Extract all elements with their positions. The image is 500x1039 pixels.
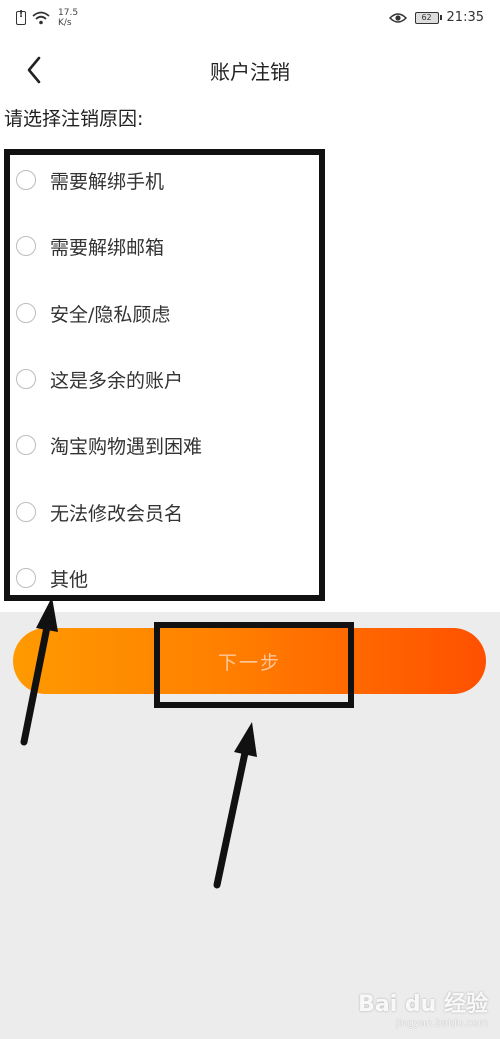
reason-option-privacy[interactable]: 安全/隐私顾虑	[16, 293, 170, 333]
reason-option-unbind-email[interactable]: 需要解绑邮箱	[16, 226, 164, 266]
reason-option-cannot-rename[interactable]: 无法修改会员名	[16, 492, 183, 532]
battery-icon: 62	[414, 11, 442, 24]
eye-icon	[388, 12, 407, 23]
radio-button[interactable]	[16, 303, 36, 323]
next-step-button[interactable]: 下一步	[13, 628, 486, 694]
nav-bar: 账户注销	[0, 40, 500, 100]
next-step-label: 下一步	[217, 651, 281, 674]
watermark-logo: Bai du 经验	[358, 992, 488, 1017]
clock: 21:35	[446, 10, 484, 25]
reason-label: 淘宝购物遇到困难	[50, 435, 203, 458]
annotation-arrow-right	[213, 722, 257, 889]
reason-option-redundant-account[interactable]: 这是多余的账户	[16, 359, 183, 399]
reason-option-unbind-phone[interactable]: 需要解绑手机	[16, 160, 164, 200]
status-bar: 17.5 K/s 62 21:35	[0, 0, 500, 40]
reason-label: 安全/隐私顾虑	[50, 303, 171, 326]
status-left: 17.5 K/s	[16, 8, 78, 28]
net-speed: 17.5 K/s	[58, 8, 78, 28]
radio-button[interactable]	[16, 568, 36, 588]
wifi-icon	[32, 11, 50, 25]
net-speed-unit: K/s	[58, 18, 72, 28]
reason-option-shopping-difficulty[interactable]: 淘宝购物遇到困难	[16, 425, 202, 465]
sim-alert-icon	[16, 9, 26, 25]
page-title: 账户注销	[210, 60, 290, 84]
net-speed-value: 17.5	[58, 8, 79, 18]
reason-label: 这是多余的账户	[50, 369, 184, 392]
reason-label: 需要解绑邮箱	[50, 236, 165, 259]
reason-label: 需要解绑手机	[50, 170, 165, 193]
status-right: 62 21:35	[388, 10, 484, 25]
reason-option-other[interactable]: 其他	[16, 558, 88, 598]
watermark-url: jingyan.baidu.com	[395, 1018, 488, 1029]
baidu-jingyan-watermark: Bai du 经验 jingyan.baidu.com	[358, 986, 488, 1029]
reason-label: 其他	[50, 568, 89, 591]
reason-prompt: 请选择注销原因:	[4, 108, 144, 130]
radio-button[interactable]	[16, 369, 36, 389]
radio-button[interactable]	[16, 170, 36, 190]
reason-form: 请选择注销原因: 需要解绑手机 需要解绑邮箱 安全/隐私顾虑 这是多余的账户 淘…	[0, 100, 500, 612]
radio-button[interactable]	[16, 236, 36, 256]
radio-button[interactable]	[16, 435, 36, 455]
reason-label: 无法修改会员名	[50, 502, 184, 525]
radio-button[interactable]	[16, 502, 36, 522]
